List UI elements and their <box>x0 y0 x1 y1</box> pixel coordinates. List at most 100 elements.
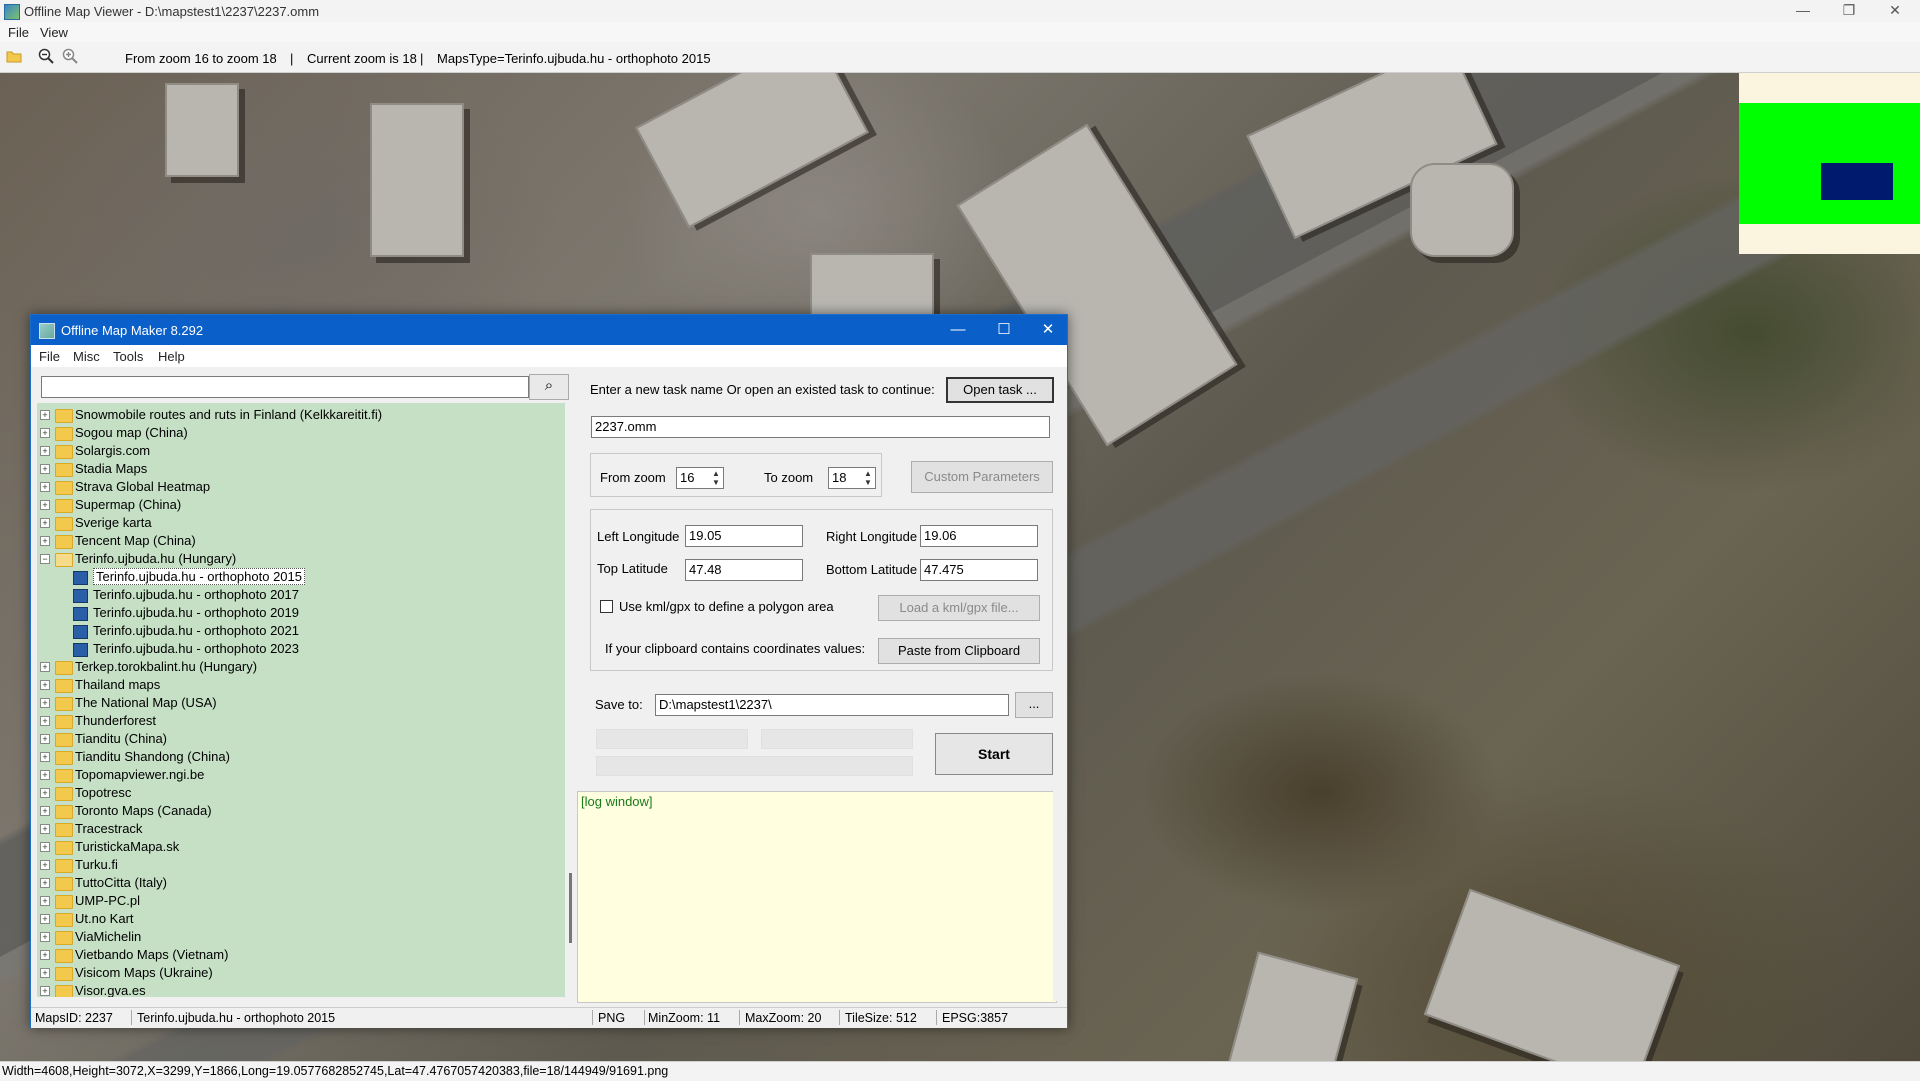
save-to-input[interactable]: D:\mapstest1\2237\ <box>655 694 1009 716</box>
expand-icon[interactable]: + <box>40 698 50 708</box>
dialog-menu-misc[interactable]: Misc <box>73 349 100 364</box>
maps-tree[interactable]: + Snowmobile routes and ruts in Finland (… <box>37 403 565 997</box>
expand-icon[interactable]: + <box>40 986 50 996</box>
tree-item-label: Thailand maps <box>75 677 161 692</box>
top-latitude-input[interactable]: 47.48 <box>685 559 803 581</box>
expand-icon[interactable]: + <box>40 662 50 672</box>
status-maps-name: Terinfo.ujbuda.hu - orthophoto 2015 <box>137 1011 336 1025</box>
status-max-zoom: MaxZoom: 20 <box>745 1011 822 1025</box>
dialog-menu-tools[interactable]: Tools <box>113 349 143 364</box>
folder-icon <box>55 913 73 927</box>
dialog-menu-file[interactable]: File <box>39 349 60 364</box>
close-button[interactable]: ✕ <box>1872 0 1918 22</box>
custom-parameters-button[interactable]: Custom Parameters <box>911 461 1053 493</box>
folder-icon <box>55 409 73 423</box>
expand-icon[interactable]: + <box>40 752 50 762</box>
tree-item-label: Terinfo.ujbuda.hu - orthophoto 2023 <box>93 641 299 656</box>
folder-icon <box>55 841 73 855</box>
log-window[interactable]: [log window] <box>577 791 1057 1003</box>
overview-viewport[interactable] <box>1821 163 1893 200</box>
to-zoom-value: 18 <box>832 470 847 485</box>
open-task-button[interactable]: Open task ... <box>946 377 1054 403</box>
tree-item-label: The National Map (USA) <box>75 695 217 710</box>
zoom-range-text: From zoom 16 to zoom 18 <box>125 51 277 66</box>
main-toolbar: From zoom 16 to zoom 18 | Current zoom i… <box>0 42 1920 73</box>
expand-icon[interactable]: + <box>40 770 50 780</box>
task-name-input[interactable]: 2237.omm <box>591 416 1050 438</box>
zoom-in-icon[interactable] <box>62 48 78 64</box>
expand-icon[interactable]: + <box>40 842 50 852</box>
tree-item-label: Terinfo.ujbuda.hu - orthophoto 2019 <box>93 605 299 620</box>
expand-icon[interactable]: + <box>40 860 50 870</box>
to-zoom-spinner[interactable]: 18 ▲ ▼ <box>828 467 876 489</box>
kml-checkbox-label: Use kml/gpx to define a polygon area <box>619 599 834 614</box>
left-longitude-input[interactable]: 19.05 <box>685 525 803 547</box>
expand-icon[interactable]: + <box>40 482 50 492</box>
scrollbar-thumb[interactable] <box>569 873 572 943</box>
expand-icon[interactable]: + <box>40 806 50 816</box>
minimize-button[interactable]: — <box>1780 0 1826 22</box>
dialog-minimize-button[interactable]: — <box>935 315 981 345</box>
bottom-latitude-input[interactable]: 47.475 <box>920 559 1038 581</box>
tree-item-label: Tencent Map (China) <box>75 533 196 548</box>
expand-icon[interactable]: + <box>40 410 50 420</box>
folder-icon <box>55 733 73 747</box>
status-separator <box>936 1010 937 1025</box>
kml-checkbox[interactable] <box>600 600 613 613</box>
restore-button[interactable]: ❐ <box>1826 0 1872 22</box>
map-building <box>1410 163 1514 257</box>
expand-icon[interactable]: + <box>40 428 50 438</box>
expand-icon[interactable]: + <box>40 932 50 942</box>
tree-item-label: Ut.no Kart <box>75 911 134 926</box>
tree-item-label: Solargis.com <box>75 443 151 458</box>
tree-item-label: Sogou map (China) <box>75 425 188 440</box>
dialog-close-button[interactable]: ✕ <box>1025 315 1071 345</box>
map-maker-dialog: Offline Map Maker 8.292 — ☐ ✕ File Misc … <box>30 314 1068 1028</box>
expand-icon[interactable]: + <box>40 896 50 906</box>
expand-icon[interactable]: + <box>40 824 50 834</box>
expand-icon[interactable]: + <box>40 788 50 798</box>
tree-item-label: UMP-PC.pl <box>75 893 141 908</box>
expand-icon[interactable]: + <box>40 716 50 726</box>
paste-clipboard-button[interactable]: Paste from Clipboard <box>878 638 1040 664</box>
tree-item-label: Tianditu Shandong (China) <box>75 749 230 764</box>
open-folder-icon[interactable] <box>6 48 22 64</box>
maps-search-input[interactable] <box>41 376 529 398</box>
expand-icon[interactable]: + <box>40 536 50 546</box>
expand-icon[interactable]: + <box>40 446 50 456</box>
search-button[interactable]: ⌕ <box>529 374 569 400</box>
expand-icon[interactable]: + <box>40 500 50 510</box>
separator: | <box>420 51 424 66</box>
expand-icon[interactable]: + <box>40 914 50 924</box>
dialog-maximize-button[interactable]: ☐ <box>981 315 1027 345</box>
expand-icon[interactable]: + <box>40 950 50 960</box>
browse-button[interactable]: ... <box>1015 692 1053 718</box>
collapse-icon[interactable]: − <box>40 554 50 564</box>
zoom-out-icon[interactable] <box>38 48 54 64</box>
spinner-arrows-icon[interactable]: ▲ ▼ <box>710 469 722 487</box>
right-longitude-input[interactable]: 19.06 <box>920 525 1038 547</box>
expand-icon[interactable]: + <box>40 968 50 978</box>
overview-minimap[interactable] <box>1739 73 1920 254</box>
status-separator <box>739 1010 740 1025</box>
from-zoom-spinner[interactable]: 16 ▲ ▼ <box>676 467 724 489</box>
load-kml-button[interactable]: Load a kml/gpx file... <box>878 595 1040 621</box>
start-button[interactable]: Start <box>935 733 1053 775</box>
map-layer-icon <box>73 589 88 603</box>
log-scrollbar[interactable] <box>1053 791 1067 1001</box>
map-building <box>370 103 464 257</box>
tree-item-label: Terinfo.ujbuda.hu - orthophoto 2015 <box>93 568 305 585</box>
folder-icon <box>55 751 73 765</box>
expand-icon[interactable]: + <box>40 464 50 474</box>
expand-icon[interactable]: + <box>40 680 50 690</box>
folder-icon <box>55 967 73 981</box>
tree-item-label: Tracestrack <box>75 821 143 836</box>
menu-file[interactable]: File <box>8 25 29 40</box>
expand-icon[interactable]: + <box>40 734 50 744</box>
expand-icon[interactable]: + <box>40 518 50 528</box>
spinner-arrows-icon[interactable]: ▲ ▼ <box>862 469 874 487</box>
dialog-menu-help[interactable]: Help <box>158 349 185 364</box>
folder-open-icon <box>55 553 73 567</box>
menu-view[interactable]: View <box>40 25 68 40</box>
expand-icon[interactable]: + <box>40 878 50 888</box>
